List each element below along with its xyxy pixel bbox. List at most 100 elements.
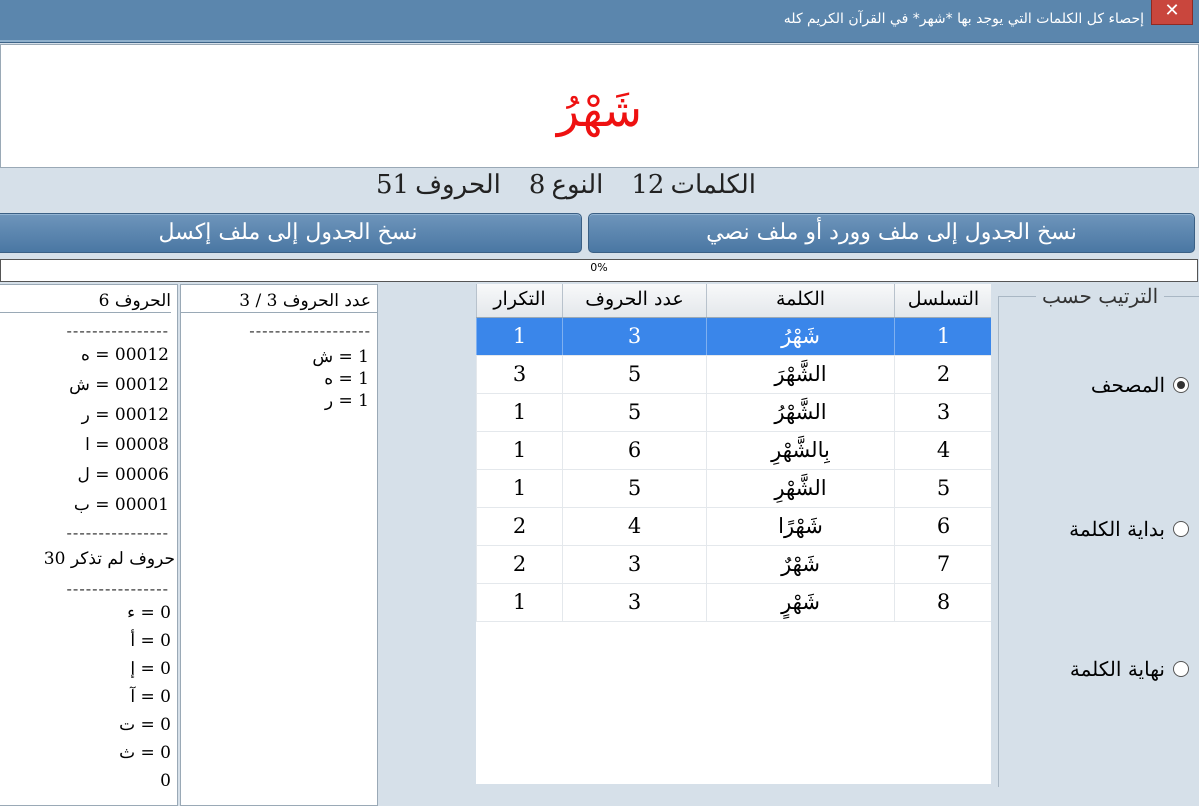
types-label: النوع <box>551 170 604 200</box>
dash-line: ---------------- <box>66 523 169 542</box>
letters-value: 51 <box>376 170 410 200</box>
panel-divider <box>181 312 377 313</box>
missing-letters-label: حروف لم تذكر 30 <box>43 549 175 569</box>
table-row[interactable]: 2 3 شَهْرٌ 7 <box>476 546 991 584</box>
letters-panel[interactable]: الحروف 6 ---------------- 00012 = ه 00012… <box>0 284 178 806</box>
letters-cell: 3 <box>562 546 706 583</box>
seq-cell: 4 <box>894 432 992 469</box>
missing-letter-item: 0 = ث <box>119 743 171 763</box>
count-cell: 1 <box>476 318 562 355</box>
copy-to-excel-button[interactable]: نسخ الجدول إلى ملف إكسل <box>0 213 582 253</box>
count-cell: 2 <box>476 546 562 583</box>
seq-cell: 8 <box>894 584 992 621</box>
title-tab-strip <box>0 40 480 42</box>
letters-cell: 3 <box>562 584 706 621</box>
missing-letter-item: 0 = آ <box>130 687 171 707</box>
seq-cell: 3 <box>894 394 992 431</box>
radio-word-start[interactable]: بداية الكلمة <box>1069 517 1189 541</box>
count-cell: 3 <box>476 356 562 393</box>
word-cell: الشَّهْرِ <box>706 470 894 507</box>
counts-panel-header: عدد الحروف 3 / 3 <box>239 291 371 311</box>
letter-frequency-item: 00012 = ر <box>81 405 169 425</box>
dash-line: ------------------- <box>249 321 371 340</box>
letters-cell: 5 <box>562 394 706 431</box>
radio-label: نهاية الكلمة <box>1069 657 1165 681</box>
progress-bar: 0% <box>0 259 1198 282</box>
missing-letter-item: 0 = أ <box>130 631 171 651</box>
letters-cell: 3 <box>562 318 706 355</box>
radio-label: المصحف <box>1090 373 1165 397</box>
radio-mushaf[interactable]: المصحف <box>1091 373 1189 397</box>
radio-word-end[interactable]: نهاية الكلمة <box>1070 657 1189 681</box>
seq-cell: 2 <box>894 356 992 393</box>
word-cell: الشَّهْرُ <box>706 394 894 431</box>
dash-line: ---------------- <box>66 321 169 340</box>
table-header: التكرار عدد الحروف الكلمة التسلسل <box>476 284 991 318</box>
table-row[interactable]: 1 3 شَهْرٍ 8 <box>476 584 991 622</box>
letter-frequency-item: 00006 = ل <box>77 465 170 485</box>
letter-frequency-item: 00008 = ا <box>85 435 169 455</box>
table-row[interactable]: 2 4 شَهْرًا 6 <box>476 508 991 546</box>
missing-letter-item: 0 = إ <box>130 659 171 679</box>
missing-letter-item: 0 = ء <box>127 603 171 623</box>
letters-cell: 5 <box>562 470 706 507</box>
table-row[interactable]: 1 5 الشَّهْرُ 3 <box>476 394 991 432</box>
word-cell: شَهْرًا <box>706 508 894 545</box>
missing-letter-item: 0 = ت <box>119 715 171 735</box>
header-seq[interactable]: التسلسل <box>894 284 992 317</box>
letters-label: الحروف <box>415 170 501 200</box>
count-cell: 1 <box>476 394 562 431</box>
letter-frequency-item: 00012 = ه <box>80 345 169 365</box>
count-cell: 1 <box>476 432 562 469</box>
word-panel: شَهْرُ <box>0 44 1199 168</box>
table-row[interactable]: 1 5 الشَّهْرِ 5 <box>476 470 991 508</box>
letter-counts-panel[interactable]: عدد الحروف 3 / 3 ------------------- 1 =… <box>180 284 378 806</box>
close-button[interactable]: ✕ <box>1151 0 1193 25</box>
window-title: إحصاء كل الكلمات التي يوجد بها *شهر* في … <box>783 11 1144 27</box>
progress-text: 0% <box>590 261 608 274</box>
seq-cell: 5 <box>894 470 992 507</box>
close-icon: ✕ <box>1164 0 1180 21</box>
letters-cell: 5 <box>562 356 706 393</box>
letter-count-item: 1 = ر <box>324 391 369 411</box>
missing-letter-item: 0 <box>160 771 171 791</box>
letter-frequency-item: 00012 = ش <box>69 375 169 395</box>
radio-button-icon[interactable] <box>1173 377 1189 393</box>
word-cell: الشَّهْرَ <box>706 356 894 393</box>
words-value: 12 <box>631 170 665 200</box>
words-table[interactable]: التكرار عدد الحروف الكلمة التسلسل 1 3 شَهْ… <box>476 284 991 784</box>
letters-cell: 4 <box>562 508 706 545</box>
header-letters[interactable]: عدد الحروف <box>562 284 706 317</box>
words-label: الكلمات <box>670 170 757 200</box>
letter-count-item: 1 = ش <box>312 347 369 367</box>
seq-cell: 1 <box>894 318 992 355</box>
stats-line: الكلمات12 النوع8 الحروف51 <box>370 170 756 200</box>
count-cell: 1 <box>476 584 562 621</box>
letters-panel-header: الحروف 6 <box>98 291 171 311</box>
radio-button-icon[interactable] <box>1173 661 1189 677</box>
radio-label: بداية الكلمة <box>1069 517 1165 541</box>
copy-to-word-button[interactable]: نسخ الجدول إلى ملف وورد أو ملف نصي <box>588 213 1195 253</box>
panel-divider <box>0 312 171 313</box>
count-cell: 2 <box>476 508 562 545</box>
word-cell: شَهْرٌ <box>706 546 894 583</box>
letters-cell: 6 <box>562 432 706 469</box>
count-cell: 1 <box>476 470 562 507</box>
radio-button-icon[interactable] <box>1173 521 1189 537</box>
table-row[interactable]: 1 3 شَهْرُ 1 <box>476 318 991 356</box>
word-cell: شَهْرُ <box>706 318 894 355</box>
order-by-group: المصحف بداية الكلمة نهاية الكلمة <box>998 296 1199 787</box>
word-cell: بِالشَّهْرِ <box>706 432 894 469</box>
order-by-label: الترتيب حسب <box>1036 284 1165 308</box>
header-word[interactable]: الكلمة <box>706 284 894 317</box>
seq-cell: 7 <box>894 546 992 583</box>
letter-count-item: 1 = ه <box>324 369 369 389</box>
seq-cell: 6 <box>894 508 992 545</box>
searched-word: شَهْرُ <box>556 83 643 137</box>
table-row[interactable]: 1 6 بِالشَّهْرِ 4 <box>476 432 991 470</box>
table-row[interactable]: 3 5 الشَّهْرَ 2 <box>476 356 991 394</box>
dash-line: ---------------- <box>66 579 169 598</box>
word-cell: شَهْرٍ <box>706 584 894 621</box>
types-value: 8 <box>528 170 546 200</box>
header-count[interactable]: التكرار <box>476 284 562 317</box>
